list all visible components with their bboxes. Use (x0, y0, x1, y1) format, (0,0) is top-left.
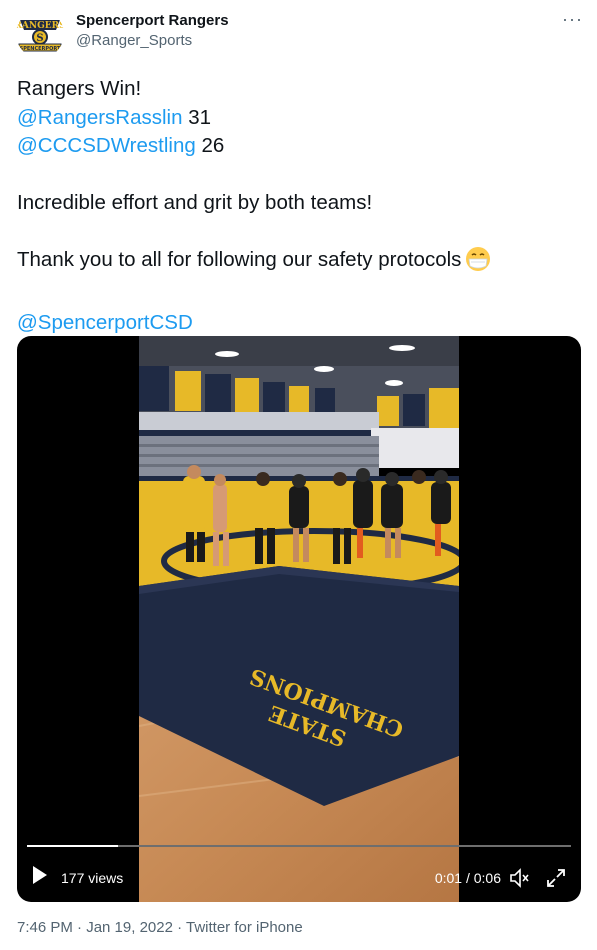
handle[interactable]: @Ranger_Sports (76, 31, 229, 51)
video-frame[interactable]: CHAMPIONS STATE (139, 336, 459, 902)
score-line: @RangersRasslin 31 (17, 104, 577, 133)
medical-mask-emoji-icon (465, 246, 491, 281)
mention-link[interactable]: @RangersRasslin (17, 106, 183, 129)
video-time: 0:01 / 0:06 (434, 870, 501, 886)
more-options-icon[interactable]: ··· (562, 10, 583, 28)
score-line: @CCCSDWrestling 26 (17, 132, 577, 161)
rangers-logo-icon: RANGERS S SPENCERPORT (16, 10, 64, 58)
video-progress-fill (27, 845, 118, 847)
tweet: RANGERS S SPENCERPORT Spencerport Ranger… (0, 0, 597, 950)
text-line: Thank you to all for following our safet… (17, 246, 577, 281)
svg-text:SPENCERPORT: SPENCERPORT (20, 46, 61, 52)
mention-link[interactable]: @CCCSDWrestling (17, 134, 196, 157)
author-names: Spencerport Rangers @Ranger_Sports (76, 11, 229, 51)
view-count: 177 views (61, 870, 124, 886)
tweet-header: RANGERS S SPENCERPORT Spencerport Ranger… (16, 10, 583, 58)
score-value: 31 (188, 105, 212, 129)
svg-text:S: S (36, 33, 43, 44)
text-line: Incredible effort and grit by both teams… (17, 191, 373, 214)
score-value: 26 (201, 134, 225, 157)
play-icon[interactable] (31, 864, 49, 891)
volume-muted-icon[interactable] (509, 867, 531, 894)
tweet-timestamp[interactable]: 7:46 PM · Jan 19, 2022 · Twitter for iPh… (17, 919, 303, 936)
mention-link[interactable]: @SpencerportCSD (17, 311, 193, 334)
video-progress-bar[interactable] (27, 845, 571, 847)
avatar[interactable]: RANGERS S SPENCERPORT (16, 10, 64, 58)
text-line-content: Thank you to all for following our safet… (17, 248, 462, 271)
display-name[interactable]: Spencerport Rangers (76, 11, 229, 31)
fullscreen-icon[interactable] (545, 867, 567, 894)
tweet-text: Rangers Win! @RangersRasslin 31 @CCCSDWr… (17, 75, 577, 338)
video-controls: 177 views 0:01 / 0:06 (17, 858, 581, 898)
text-line: Rangers Win! (17, 77, 142, 100)
mention-line: @SpencerportCSD (17, 309, 577, 338)
video-player[interactable]: CHAMPIONS STATE 177 views 0:01 / 0:06 (17, 336, 581, 902)
